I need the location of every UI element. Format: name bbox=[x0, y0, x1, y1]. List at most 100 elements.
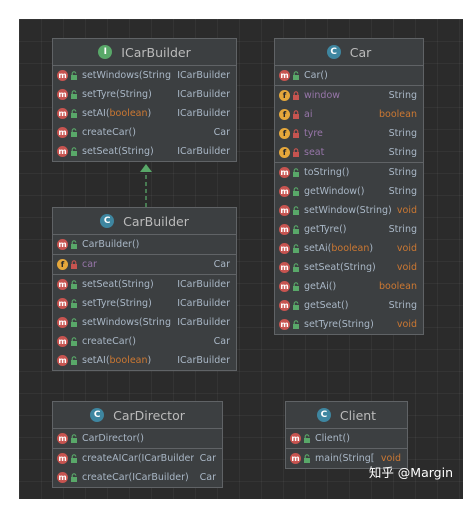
class-name: Client bbox=[339, 407, 377, 423]
method-row[interactable]: m setWindows(String) ICarBuilder bbox=[53, 66, 236, 85]
return-type: Car bbox=[213, 336, 230, 347]
private-lock-icon bbox=[292, 129, 300, 138]
class-cardirector[interactable]: C CarDirector m CarDirector() m createAICar(I… bbox=[52, 401, 223, 488]
method-icon: m bbox=[57, 298, 68, 309]
public-visibility-icon bbox=[70, 71, 78, 80]
public-visibility-icon bbox=[70, 454, 78, 463]
method-name: getTyre() bbox=[304, 224, 347, 235]
method-icon: m bbox=[57, 355, 68, 366]
method-name: main(String[]) bbox=[315, 453, 375, 464]
method-row[interactable]: m setTyre(String) void bbox=[275, 315, 423, 334]
class-header: C CarDirector bbox=[53, 402, 222, 429]
public-visibility-icon bbox=[70, 90, 78, 99]
method-row[interactable]: m CarDirector() bbox=[53, 429, 222, 448]
return-type: Car bbox=[213, 259, 230, 270]
field-icon: f bbox=[279, 109, 290, 120]
public-visibility-icon bbox=[292, 206, 300, 215]
method-name: createCar() bbox=[82, 336, 136, 347]
method-name: toString() bbox=[304, 167, 350, 178]
method-name: setSeat(String) bbox=[304, 262, 376, 273]
member-section: m createAICar(ICarBuilder) Car m createCar(I… bbox=[53, 449, 222, 487]
method-name: setAi(boolean) bbox=[304, 243, 374, 254]
method-name: setAI(boolean) bbox=[82, 108, 152, 119]
return-type: ICarBuilder bbox=[177, 108, 230, 119]
watermark-text: 知乎 @Margin bbox=[368, 465, 453, 480]
method-row[interactable]: m Car() bbox=[275, 66, 423, 85]
public-visibility-icon bbox=[70, 337, 78, 346]
method-icon: m bbox=[57, 239, 68, 250]
method-name: setWindow(String) bbox=[304, 205, 391, 216]
method-row[interactable]: m toString() String bbox=[275, 163, 423, 182]
return-type: String bbox=[388, 167, 417, 178]
return-type: ICarBuilder bbox=[177, 89, 230, 100]
method-row[interactable]: m setSeat(String) void bbox=[275, 258, 423, 277]
return-type: String bbox=[388, 300, 417, 311]
public-visibility-icon bbox=[292, 282, 300, 291]
return-type: void bbox=[396, 319, 417, 330]
method-row[interactable]: m CarBuilder() bbox=[53, 235, 236, 254]
field-row[interactable]: f ai boolean bbox=[275, 105, 423, 124]
class-carbuilder[interactable]: C CarBuilder m CarBuilder() f car Car m setSeat(… bbox=[52, 207, 237, 371]
method-row[interactable]: m setAi(boolean) void bbox=[275, 239, 423, 258]
interface-icon: I bbox=[98, 45, 113, 59]
method-row[interactable]: m setSeat(String) ICarBuilder bbox=[53, 142, 236, 161]
method-row[interactable]: m createCar() Car bbox=[53, 332, 236, 351]
method-row[interactable]: m getAi() boolean bbox=[275, 277, 423, 296]
method-row[interactable]: m setTyre(String) ICarBuilder bbox=[53, 85, 236, 104]
public-visibility-icon bbox=[292, 225, 300, 234]
private-lock-icon bbox=[292, 148, 300, 157]
public-visibility-icon bbox=[292, 320, 300, 329]
method-icon: m bbox=[279, 319, 290, 330]
return-type: String bbox=[388, 186, 417, 197]
method-icon: m bbox=[279, 167, 290, 178]
method-row[interactable]: m setSeat(String) ICarBuilder bbox=[53, 275, 236, 294]
method-name: setTyre(String) bbox=[304, 319, 374, 330]
method-row[interactable]: m getTyre() String bbox=[275, 220, 423, 239]
class-client[interactable]: CClientmClient()mmain(String[])void bbox=[285, 401, 408, 469]
field-row[interactable]: f window String bbox=[275, 86, 423, 105]
public-visibility-icon bbox=[303, 434, 311, 443]
method-icon: m bbox=[57, 433, 68, 444]
return-type: boolean bbox=[379, 109, 417, 120]
method-name: createCar(ICarBuilder) bbox=[82, 472, 189, 483]
method-icon: m bbox=[279, 205, 290, 216]
method-name: createCar() bbox=[82, 127, 136, 138]
method-name: setTyre(String) bbox=[82, 89, 152, 100]
method-row[interactable]: m getSeat() String bbox=[275, 296, 423, 315]
member-section: m setSeat(String) ICarBuilder m setTyre(Stri… bbox=[53, 275, 236, 370]
class-icarbuilder[interactable]: I ICarBuilder m setWindows(String) ICarBuild… bbox=[52, 38, 237, 162]
class-icon: C bbox=[90, 408, 105, 422]
field-name: ai bbox=[304, 109, 313, 120]
method-row[interactable]: m setTyre(String) ICarBuilder bbox=[53, 294, 236, 313]
method-row[interactable]: m getWindow() String bbox=[275, 182, 423, 201]
method-row[interactable]: m createCar(ICarBuilder) Car bbox=[53, 468, 222, 487]
return-type: String bbox=[388, 224, 417, 235]
method-icon: m bbox=[57, 146, 68, 157]
return-type: void bbox=[396, 243, 417, 254]
member-section: f car Car bbox=[53, 255, 236, 275]
method-icon: m bbox=[279, 186, 290, 197]
return-type: String bbox=[388, 128, 417, 139]
method-row[interactable]: m Client() bbox=[286, 429, 407, 448]
method-row[interactable]: m setWindow(String) void bbox=[275, 201, 423, 220]
method-icon: m bbox=[57, 108, 68, 119]
public-visibility-icon bbox=[292, 187, 300, 196]
return-type: ICarBuilder bbox=[177, 279, 230, 290]
field-row[interactable]: f tyre String bbox=[275, 124, 423, 143]
class-car[interactable]: C Car m Car() f window String f ai boolean f tyre St… bbox=[274, 38, 424, 335]
public-visibility-icon bbox=[70, 299, 78, 308]
method-row[interactable]: m createAICar(ICarBuilder) Car bbox=[53, 449, 222, 468]
method-icon: m bbox=[57, 279, 68, 290]
member-section: m CarDirector() bbox=[53, 429, 222, 449]
public-visibility-icon bbox=[292, 263, 300, 272]
field-row[interactable]: f car Car bbox=[53, 255, 236, 274]
method-row[interactable]: m setWindows(String) ICarBuilder bbox=[53, 313, 236, 332]
method-icon: m bbox=[57, 453, 68, 464]
method-row[interactable]: m setAI(boolean) ICarBuilder bbox=[53, 351, 236, 370]
return-type: Car bbox=[199, 453, 216, 464]
field-row[interactable]: f seat String bbox=[275, 143, 423, 162]
member-section: f window String f ai boolean f tyre String f seat S… bbox=[275, 86, 423, 163]
method-row[interactable]: m setAI(boolean) ICarBuilder bbox=[53, 104, 236, 123]
method-row[interactable]: m createCar() Car bbox=[53, 123, 236, 142]
class-header: C Car bbox=[275, 39, 423, 66]
